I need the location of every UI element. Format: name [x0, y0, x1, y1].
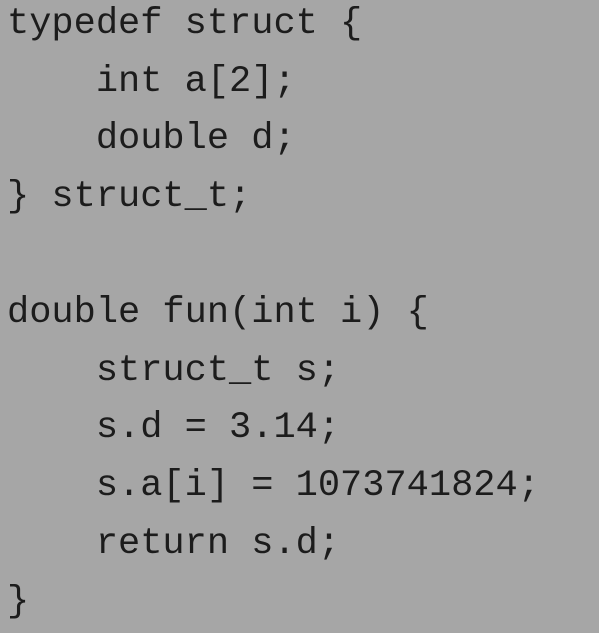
code-snippet: typedef struct { int a[2]; double d; } s…	[0, 0, 599, 633]
code-line-typedef: typedef struct {	[7, 3, 363, 45]
code-line-function-signature: double fun(int i) {	[7, 292, 429, 334]
code-line-struct-end: } struct_t;	[7, 176, 252, 218]
code-line-function-end: }	[7, 581, 30, 623]
code-line-assign-array: s.a[i] = 1073741824;	[7, 465, 540, 507]
code-line-assign-d: s.d = 3.14;	[7, 407, 341, 449]
code-line-double-field: double d;	[7, 118, 296, 160]
code-line-int-array: int a[2];	[7, 61, 296, 103]
code-line-return: return s.d;	[7, 523, 341, 565]
code-line-local-struct: struct_t s;	[7, 350, 341, 392]
